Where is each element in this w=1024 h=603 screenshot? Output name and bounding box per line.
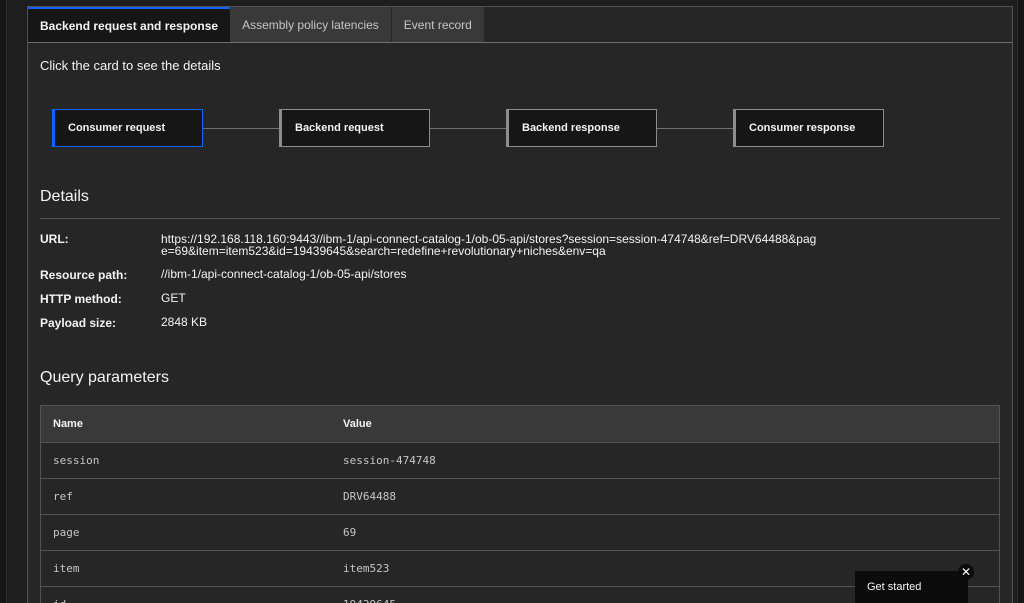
instruction-text: Click the card to see the details: [40, 58, 221, 73]
tab-event-record[interactable]: Event record: [391, 7, 485, 42]
param-name: id: [41, 598, 343, 603]
param-value: DRV64488: [343, 490, 396, 503]
card-backend-request[interactable]: Backend request: [279, 109, 430, 147]
transaction-panel: Backend request and response Assembly po…: [27, 6, 1013, 603]
param-value: session-474748: [343, 454, 436, 467]
table-header: Name Value: [41, 406, 999, 442]
card-consumer-response[interactable]: Consumer response: [733, 109, 884, 147]
column-header-value: Value: [343, 418, 372, 430]
table-row: page 69: [41, 514, 999, 550]
detail-label-resource-path: Resource path:: [40, 268, 128, 282]
detail-value-payload-size: 2848 KB: [161, 315, 208, 329]
card-consumer-request[interactable]: Consumer request: [52, 109, 203, 147]
tab-assembly-policy-latencies[interactable]: Assembly policy latencies: [230, 7, 392, 42]
get-started-button[interactable]: Get started: [855, 571, 968, 603]
table-row: session session-474748: [41, 442, 999, 478]
table-row: ref DRV64488: [41, 478, 999, 514]
column-header-name: Name: [53, 418, 83, 430]
tabs-divider: [28, 42, 1012, 43]
detail-value-url: https://192.168.118.160:9443//ibm-1/api-…: [161, 232, 817, 258]
param-name: page: [53, 526, 80, 539]
param-name: ref: [53, 490, 73, 503]
param-name: session: [53, 454, 100, 467]
card-backend-response[interactable]: Backend response: [506, 109, 657, 147]
param-name: item: [53, 562, 80, 575]
flow-connector: [203, 128, 280, 129]
details-heading: Details: [40, 188, 89, 205]
details-divider: [40, 218, 1000, 219]
detail-label-url: URL:: [40, 232, 69, 246]
query-parameters-heading: Query parameters: [40, 369, 169, 386]
detail-label-http-method: HTTP method:: [40, 292, 122, 306]
param-value: 69: [343, 526, 357, 539]
tab-list: Backend request and response Assembly po…: [28, 7, 485, 42]
tab-backend-request-response[interactable]: Backend request and response: [28, 7, 231, 42]
detail-value-resource-path: //ibm-1/api-connect-catalog-1/ob-05-api/…: [161, 267, 407, 281]
close-icon[interactable]: ✕: [958, 564, 974, 580]
detail-value-http-method: GET: [161, 291, 186, 305]
page-background: Backend request and response Assembly po…: [6, 0, 1018, 603]
detail-label-payload-size: Payload size:: [40, 316, 117, 330]
flow-connector: [657, 128, 734, 129]
flow-connector: [430, 128, 507, 129]
